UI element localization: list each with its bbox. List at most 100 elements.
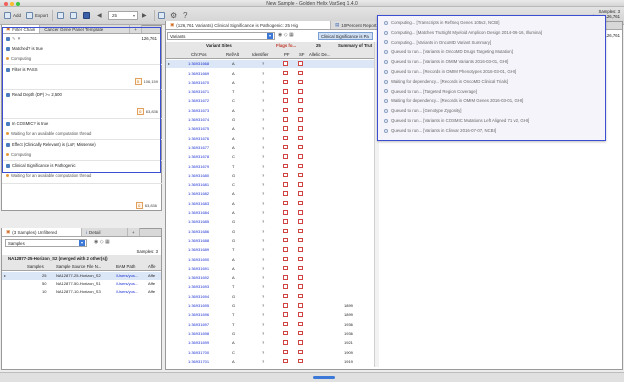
save-button[interactable] [83, 10, 90, 21]
pf-flag-checkbox[interactable] [283, 154, 288, 159]
sf-flag-checkbox[interactable] [298, 303, 303, 308]
variant-table-row[interactable]: 1:36931682 A? [166, 190, 374, 198]
variant-table-row[interactable]: 1:36931678 C? [166, 153, 374, 161]
pf-flag-checkbox[interactable] [283, 293, 288, 299]
variant-table-row[interactable]: 1:36931686 G? [166, 227, 374, 235]
variant-table-row[interactable]: 1:36931673 A? [166, 107, 374, 115]
variant-table-row[interactable]: 1:36931689 T? [166, 246, 374, 254]
sf-flag-checkbox[interactable] [298, 228, 303, 234]
sf-flag-checkbox[interactable] [298, 219, 303, 224]
variant-table-row[interactable]: 1:36931697 T? 1936 [166, 320, 374, 328]
diamond-icon[interactable]: ◇ [284, 32, 288, 38]
chr-pos-link[interactable]: 1:36931684 [188, 210, 209, 215]
variant-table-row[interactable]: 1:36931700 C? 1909 [166, 348, 374, 356]
pf-flag-checkbox[interactable] [283, 275, 288, 280]
chr-pos-link[interactable]: 1:36931676 [188, 136, 209, 141]
variant-table-row[interactable]: 1:36931669 A? [166, 69, 374, 77]
next-page-button[interactable]: ▶ [142, 10, 147, 21]
sf-flag-checkbox[interactable] [298, 256, 303, 262]
page-number-field[interactable]: 25 ▾ [108, 11, 138, 20]
sf-flag-checkbox[interactable] [298, 89, 303, 94]
variant-table-row[interactable]: 1:36931688 G? [166, 237, 374, 245]
variant-table-row[interactable]: 1:36931675 A? [166, 125, 374, 133]
sf-flag-checkbox[interactable] [298, 98, 303, 103]
chr-pos-link[interactable]: 1:36931679 [188, 164, 209, 169]
chr-pos-link[interactable]: 1:36931680 [188, 173, 209, 178]
sf-flag-checkbox[interactable] [298, 163, 303, 169]
variant-table-row[interactable]: 1:36931670 A? [166, 79, 374, 87]
pf-flag-checkbox[interactable] [283, 126, 288, 131]
pf-flag-checkbox[interactable] [283, 89, 288, 94]
variant-table-row[interactable]: 1:36931680 G? [166, 172, 374, 180]
pf-flag-checkbox[interactable] [283, 135, 288, 141]
variant-table-row[interactable]: 1:36931683 A? [166, 200, 374, 208]
chr-pos-link[interactable]: 1:36931686 [188, 229, 209, 234]
export-button[interactable]: Export [26, 10, 48, 21]
variant-table-row[interactable]: 1:36931676 A? [166, 134, 374, 142]
pf-flag-checkbox[interactable] [283, 172, 288, 178]
chr-pos-link[interactable]: 1:36931689 [188, 247, 209, 252]
variant-table-row[interactable]: 1:36931672 C? [166, 97, 374, 105]
variant-table-row[interactable]: 1:36931691 A? [166, 265, 374, 273]
sf-flag-checkbox[interactable] [298, 321, 303, 327]
pf-flag-checkbox[interactable] [283, 340, 288, 345]
chr-pos-link[interactable]: 1:36931688 [188, 238, 209, 243]
chr-pos-link[interactable]: 1:36931674 [188, 117, 209, 122]
sf-flag-checkbox[interactable] [298, 182, 303, 187]
active-filter-chip[interactable]: Clinical Significance is Pa [318, 32, 373, 40]
variant-table-row[interactable]: 1:36931674 G? [166, 116, 374, 124]
chr-pos-link[interactable]: 1:36931671 [188, 89, 209, 94]
pf-flag-checkbox[interactable] [283, 61, 288, 66]
sf-flag-checkbox[interactable] [298, 172, 303, 178]
samples-table-row[interactable]: 10 NA12877-10-Horizon_S3 /Users/yus... A… [2, 288, 161, 296]
variant-table-row[interactable]: 1:36931694 G? [166, 293, 374, 301]
chr-pos-link[interactable]: 1:36931691 [188, 266, 209, 271]
sf-flag-checkbox[interactable] [298, 312, 303, 317]
chr-pos-link[interactable]: 1:36931692 [188, 275, 209, 280]
pf-flag-checkbox[interactable] [283, 321, 288, 327]
variant-table-row[interactable]: 1:36931677 A? [166, 144, 374, 152]
chr-pos-link[interactable]: 1:36931677 [188, 145, 209, 150]
sf-flag-checkbox[interactable] [298, 210, 303, 215]
sf-flag-checkbox[interactable] [298, 247, 303, 252]
sf-flag-checkbox[interactable] [298, 237, 303, 243]
settings-button[interactable]: ⚙ [170, 10, 177, 21]
variant-table-row[interactable]: 1:36931693 T? [166, 283, 374, 291]
variant-table-row[interactable]: 1:36931695 G? 1899 [166, 302, 374, 310]
sf-flag-checkbox[interactable] [298, 70, 303, 76]
variant-table-row[interactable]: 1:36931684 A? [166, 209, 374, 217]
variants-dropdown[interactable]: Variants ▾ [167, 32, 275, 40]
chr-pos-link[interactable]: 1:36931701 [188, 359, 209, 364]
pf-flag-checkbox[interactable] [283, 163, 288, 169]
sf-flag-checkbox[interactable] [298, 275, 303, 280]
sf-flag-checkbox[interactable] [298, 200, 303, 206]
variant-table-row[interactable]: ▸ 1:36931668 A? [166, 60, 374, 68]
diamond-icon[interactable]: ◇ [100, 239, 104, 245]
filter-button[interactable] [70, 10, 77, 21]
chr-pos-link[interactable]: 1:36931681 [188, 182, 209, 187]
pf-flag-checkbox[interactable] [283, 265, 288, 271]
sf-flag-checkbox[interactable] [298, 358, 303, 364]
chr-pos-link[interactable]: 1:36931699 [188, 340, 209, 345]
samples-table-row[interactable]: 50 NA12877-50-Horizon_S1 /Users/yus... A… [2, 280, 161, 288]
tab-samples-unfiltered[interactable]: ▣ (3 Samples) Unfiltered [2, 228, 82, 236]
sf-flag-checkbox[interactable] [298, 107, 303, 113]
variant-table-row[interactable]: 1:36931696 T? 1899 [166, 311, 374, 319]
add-tab-button[interactable]: + [128, 228, 140, 236]
pf-flag-checkbox[interactable] [283, 284, 288, 289]
grid-icon[interactable]: ▦ [105, 239, 110, 245]
pf-flag-checkbox[interactable] [283, 228, 288, 234]
variant-table-row[interactable]: 1:36931699 A? 1921 [166, 339, 374, 347]
chr-pos-link[interactable]: 1:36931678 [188, 154, 209, 159]
prev-page-button[interactable]: ◀ [97, 10, 102, 21]
chr-pos-link[interactable]: 1:36931668 [188, 61, 209, 66]
tab-variants[interactable]: ▣ (126,761 Variants) Clinical Significanc… [166, 21, 331, 29]
add-button[interactable]: Add [4, 10, 21, 21]
chr-pos-link[interactable]: 1:36931695 [188, 303, 209, 308]
pf-flag-checkbox[interactable] [283, 330, 288, 336]
eye-icon[interactable]: ◉ [94, 239, 98, 245]
sf-flag-checkbox[interactable] [298, 61, 303, 66]
sf-flag-checkbox[interactable] [298, 191, 303, 196]
pf-flag-checkbox[interactable] [283, 117, 288, 122]
sf-flag-checkbox[interactable] [298, 79, 303, 85]
